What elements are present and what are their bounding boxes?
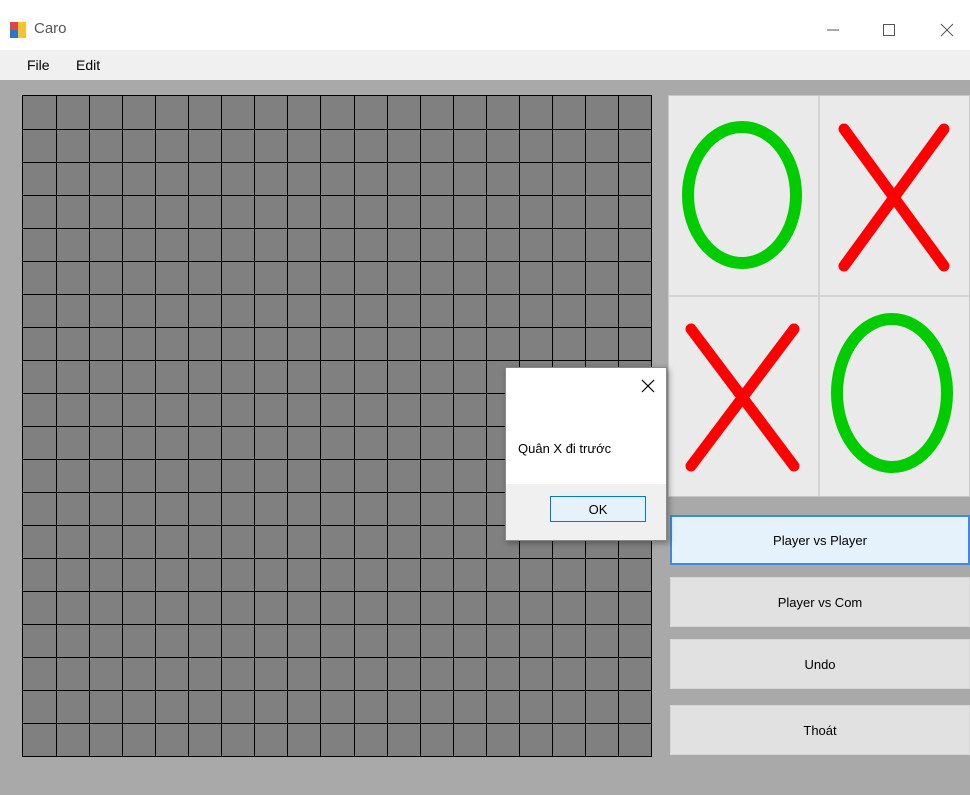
maximize-button[interactable]	[866, 10, 912, 50]
menu-bar: File Edit	[0, 50, 970, 80]
xo-logo	[669, 96, 969, 496]
player-vs-com-button[interactable]: Player vs Com	[670, 577, 970, 627]
o-mark-icon	[831, 313, 953, 473]
undo-button[interactable]: Undo	[670, 639, 970, 689]
caro-window: Caro File Edit Player vs Player Player v…	[0, 0, 970, 795]
minimize-icon	[827, 29, 839, 31]
dialog-close-icon[interactable]	[640, 378, 656, 394]
ok-button[interactable]: OK	[550, 496, 646, 522]
player-vs-player-button[interactable]: Player vs Player	[670, 515, 970, 565]
message-dialog: Quân X đi trước OK	[505, 367, 667, 541]
close-button[interactable]	[924, 10, 970, 50]
xo-logo-panel	[668, 95, 970, 497]
maximize-icon	[883, 24, 895, 36]
exit-button[interactable]: Thoát	[670, 705, 970, 755]
menu-edit[interactable]: Edit	[76, 57, 100, 73]
menu-file[interactable]: File	[27, 57, 50, 73]
title-bar: Caro	[0, 0, 970, 50]
x-mark-icon	[838, 123, 950, 272]
app-icon	[10, 22, 26, 38]
x-mark-icon	[685, 323, 800, 472]
minimize-button[interactable]	[810, 10, 856, 50]
o-mark-icon	[682, 121, 802, 269]
window-title: Caro	[34, 20, 67, 37]
close-icon	[940, 23, 954, 37]
dialog-footer: OK	[506, 484, 666, 540]
dialog-message: Quân X đi trước	[518, 441, 612, 456]
